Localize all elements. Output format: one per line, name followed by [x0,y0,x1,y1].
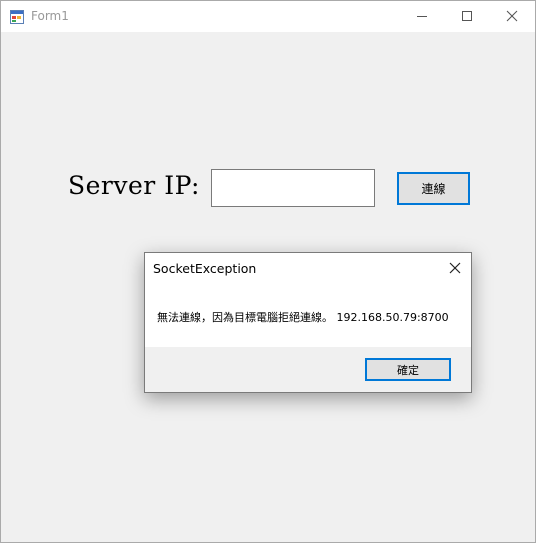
server-ip-input[interactable] [211,169,375,207]
dialog-title: SocketException [153,261,257,276]
ok-button[interactable]: 確定 [365,358,451,381]
server-ip-label: Server IP: [68,171,200,200]
minimize-icon [416,7,428,26]
close-icon [447,261,463,280]
close-button[interactable] [489,1,535,32]
maximize-button[interactable] [444,1,490,32]
title-bar[interactable]: Form1 [1,1,535,32]
dialog-footer: 確定 [145,347,471,392]
connect-button[interactable]: 連線 [397,172,470,205]
minimize-button[interactable] [399,1,445,32]
close-icon [506,7,518,26]
winforms-app-icon [10,9,24,24]
dialog-message: 無法連線，因為目標電腦拒絕連線。 192.168.50.79:8700 [157,311,449,324]
socket-exception-dialog: SocketException 無法連線，因為目標電腦拒絕連線。 192.168… [144,252,472,393]
maximize-icon [461,7,473,26]
window-title: Form1 [31,9,69,23]
main-window: Form1 Server IP: 連線 SocketException 無法連線… [0,0,536,543]
dialog-close-button[interactable] [447,260,463,276]
